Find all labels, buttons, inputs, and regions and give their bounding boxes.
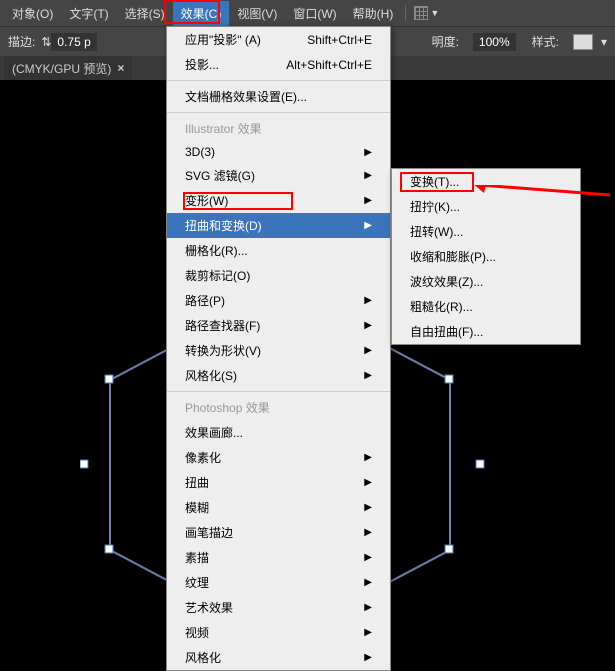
menu-distort-ps[interactable]: 扭曲▶	[167, 470, 390, 495]
arrow-icon: ▶	[364, 502, 372, 513]
menu-window[interactable]: 窗口(W)	[285, 1, 344, 26]
menu-texture[interactable]: 纹理▶	[167, 570, 390, 595]
annotation-highlight	[183, 192, 293, 210]
annotation-highlight	[400, 172, 474, 192]
chevron-down-icon[interactable]: ▼	[430, 8, 439, 18]
menu-crop-marks[interactable]: 裁剪标记(O)	[167, 263, 390, 288]
photoshop-header: Photoshop 效果	[167, 395, 390, 420]
menu-artistic[interactable]: 艺术效果▶	[167, 595, 390, 620]
menu-pathfinder[interactable]: 路径查找器(F)▶	[167, 313, 390, 338]
arrow-icon: ▶	[364, 320, 372, 331]
menubar: 对象(O) 文字(T) 选择(S) 效果(C) 视图(V) 窗口(W) 帮助(H…	[0, 0, 615, 26]
menu-blur[interactable]: 模糊▶	[167, 495, 390, 520]
menu-brush-strokes[interactable]: 画笔描边▶	[167, 520, 390, 545]
menu-convert-shape[interactable]: 转换为形状(V)▶	[167, 338, 390, 363]
stroke-value[interactable]: 0.75 p	[51, 33, 96, 51]
menu-3d[interactable]: 3D(3)▶	[167, 141, 390, 163]
arrow-icon: ▶	[364, 195, 372, 206]
submenu-tweak[interactable]: 扭拧(K)...	[392, 194, 580, 219]
menu-text[interactable]: 文字(T)	[61, 1, 116, 26]
menu-pixelate[interactable]: 像素化▶	[167, 445, 390, 470]
stroke-label: 描边:	[8, 33, 35, 50]
menu-stylize-ps[interactable]: 风格化▶	[167, 645, 390, 670]
menu-object[interactable]: 对象(O)	[4, 1, 61, 26]
annotation-highlight	[164, 0, 220, 24]
grid-icon[interactable]	[414, 6, 428, 20]
menu-distort-transform[interactable]: 扭曲和变换(D)▶	[167, 213, 390, 238]
style-label: 样式:	[532, 33, 559, 50]
arrow-icon: ▶	[364, 345, 372, 356]
submenu-free-distort[interactable]: 自由扭曲(F)...	[392, 319, 580, 344]
arrow-icon: ▶	[364, 527, 372, 538]
menu-path[interactable]: 路径(P)▶	[167, 288, 390, 313]
separator	[167, 80, 390, 81]
submenu-twist[interactable]: 扭转(W)...	[392, 219, 580, 244]
arrow-icon: ▶	[364, 147, 372, 158]
arrow-icon: ▶	[364, 577, 372, 588]
submenu-zigzag[interactable]: 波纹效果(Z)...	[392, 269, 580, 294]
arrow-icon: ▶	[364, 170, 372, 181]
opacity-label: 明度:	[432, 33, 459, 50]
document-tab[interactable]: (CMYK/GPU 预览) ×	[4, 56, 132, 81]
distort-transform-submenu: 变换(T)... 扭拧(K)... 扭转(W)... 收缩和膨胀(P)... 波…	[391, 168, 581, 345]
opacity-value[interactable]: 100%	[473, 33, 516, 51]
menu-apply-effect[interactable]: 应用"投影" (A)Shift+Ctrl+E	[167, 27, 390, 52]
style-swatch[interactable]	[573, 34, 593, 50]
arrow-icon: ▶	[364, 220, 372, 231]
menu-doc-raster[interactable]: 文档栅格效果设置(E)...	[167, 84, 390, 109]
arrow-icon: ▶	[364, 452, 372, 463]
submenu-pucker-bloat[interactable]: 收缩和膨胀(P)...	[392, 244, 580, 269]
arrow-icon: ▶	[364, 652, 372, 663]
menu-last-effect[interactable]: 投影...Alt+Shift+Ctrl+E	[167, 52, 390, 77]
menu-view[interactable]: 视图(V)	[229, 1, 285, 26]
menu-help[interactable]: 帮助(H)	[345, 1, 402, 26]
stroke-updown-icon[interactable]: ⇅	[41, 35, 51, 49]
arrow-icon: ▶	[364, 602, 372, 613]
menu-rasterize[interactable]: 栅格化(R)...	[167, 238, 390, 263]
menu-stylize-ai[interactable]: 风格化(S)▶	[167, 363, 390, 388]
menu-effect-gallery[interactable]: 效果画廊...	[167, 420, 390, 445]
separator	[167, 391, 390, 392]
arrow-icon: ▶	[364, 477, 372, 488]
arrow-icon: ▶	[364, 370, 372, 381]
style-chevron-icon[interactable]: ▾	[601, 35, 607, 49]
close-icon[interactable]: ×	[117, 61, 124, 75]
separator	[167, 112, 390, 113]
menu-video[interactable]: 视频▶	[167, 620, 390, 645]
divider	[405, 5, 406, 21]
arrow-icon: ▶	[364, 295, 372, 306]
effect-menu: 应用"投影" (A)Shift+Ctrl+E 投影...Alt+Shift+Ct…	[166, 26, 391, 671]
submenu-roughen[interactable]: 粗糙化(R)...	[392, 294, 580, 319]
arrow-icon: ▶	[364, 627, 372, 638]
menu-svg-filter[interactable]: SVG 滤镜(G)▶	[167, 163, 390, 188]
tab-title: (CMYK/GPU 预览)	[12, 60, 111, 77]
illustrator-header: Illustrator 效果	[167, 116, 390, 141]
menu-sketch[interactable]: 素描▶	[167, 545, 390, 570]
